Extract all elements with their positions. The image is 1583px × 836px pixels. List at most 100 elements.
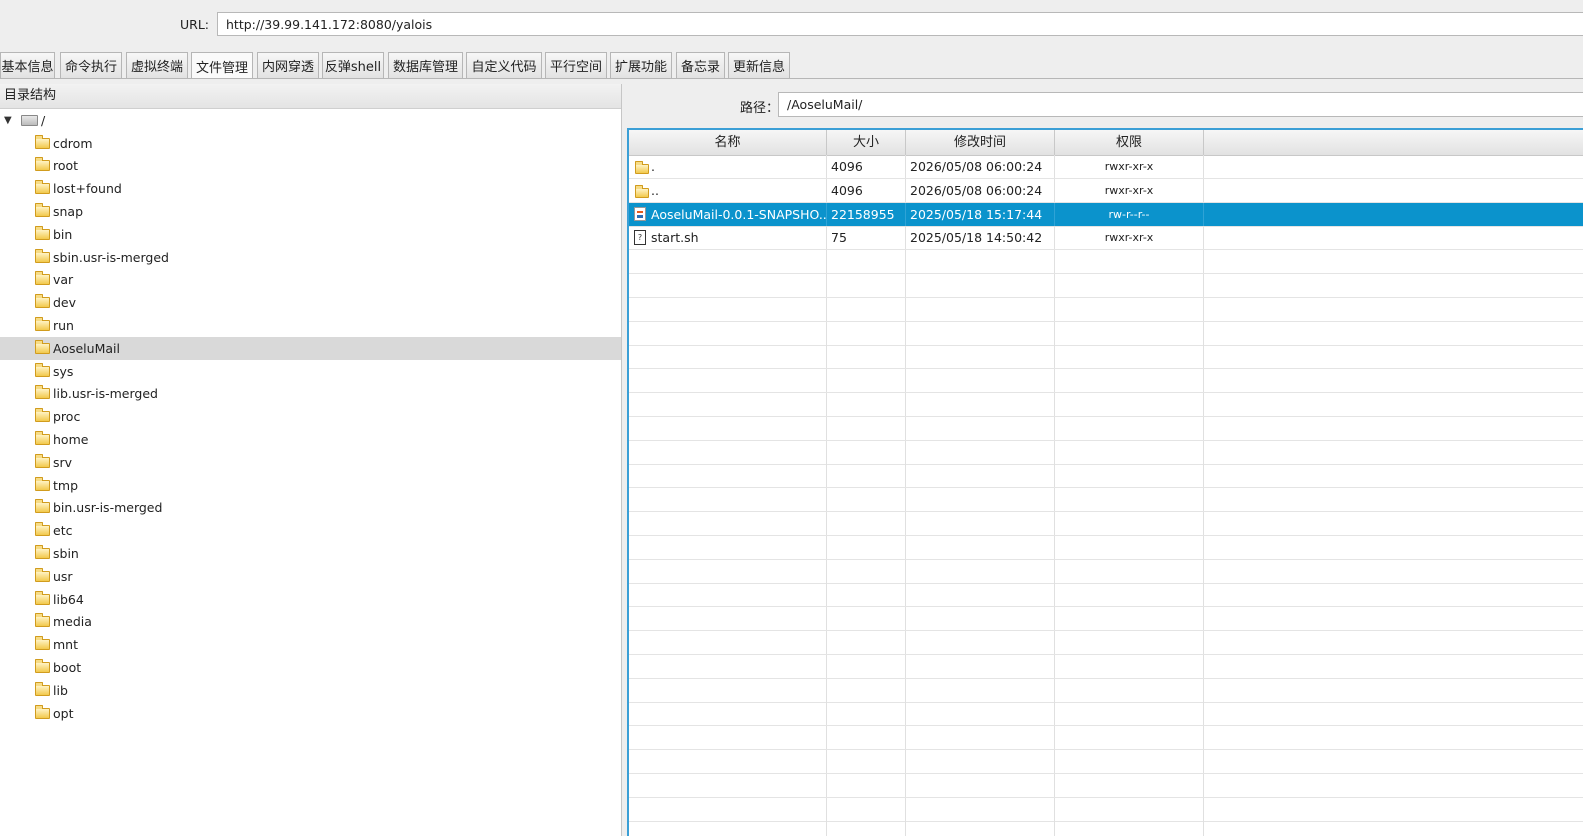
tree-item[interactable]: opt (0, 702, 621, 725)
file-cell-blank (1204, 750, 1583, 773)
tab-custom-code[interactable]: 自定义代码 (466, 52, 542, 78)
file-cell-perm (1055, 488, 1204, 512)
tab-memo[interactable]: 备忘录 (676, 52, 725, 78)
column-header-modified[interactable]: 修改时间 (906, 130, 1055, 155)
folder-icon (35, 681, 50, 696)
tab-extensions[interactable]: 扩展功能 (610, 52, 672, 78)
tree-item[interactable]: sbin.usr-is-merged (0, 246, 621, 269)
column-header-name[interactable]: 名称 (629, 130, 827, 155)
file-cell-blank (1204, 298, 1583, 321)
tab-reverse-shell[interactable]: 反弹shell (322, 52, 384, 78)
tree-item[interactable]: media (0, 611, 621, 634)
empty-row (629, 702, 1583, 727)
file-row[interactable]: AoseluMail-0.0.1-SNAPSHO... 22158955 2025/… (629, 202, 1583, 227)
tree-item[interactable]: etc (0, 519, 621, 542)
expand-arrow-icon[interactable]: ▼ (4, 115, 12, 126)
file-cell-perm (1055, 702, 1204, 726)
file-cell-perm (1055, 654, 1204, 678)
tree-item[interactable]: home (0, 428, 621, 451)
file-cell-perm (1055, 821, 1204, 836)
empty-row (629, 464, 1583, 489)
tree-item[interactable]: AoseluMail (0, 337, 621, 360)
tree-item[interactable]: lib.usr-is-merged (0, 383, 621, 406)
tree-item[interactable]: bin.usr-is-merged (0, 497, 621, 520)
tab-basic-info[interactable]: 基本信息 (0, 52, 55, 78)
tree-item[interactable]: var (0, 269, 621, 292)
tree-item-label: home (53, 432, 89, 448)
file-cell-perm (1055, 559, 1204, 583)
path-input[interactable] (778, 92, 1583, 117)
folder-icon (35, 431, 50, 446)
tree-item[interactable]: srv (0, 451, 621, 474)
tab-update-info[interactable]: 更新信息 (728, 52, 790, 78)
file-cell-size (827, 607, 906, 631)
file-cell-perm (1055, 274, 1204, 297)
tree-item[interactable]: tmp (0, 474, 621, 497)
folder-icon (35, 408, 50, 423)
file-cell-size (827, 773, 906, 797)
url-input[interactable] (217, 12, 1583, 36)
file-cell-name: . (629, 155, 827, 178)
tree-item[interactable]: mnt (0, 633, 621, 656)
file-cell-blank (1204, 655, 1583, 678)
tree-item[interactable]: proc (0, 405, 621, 428)
file-cell-name (629, 797, 827, 821)
tab-file-manager[interactable]: 文件管理 (191, 52, 253, 79)
folder-icon (35, 157, 50, 172)
column-header-permissions[interactable]: 权限 (1055, 130, 1204, 155)
tree-item-label: sys (53, 363, 74, 379)
file-browser-panel: 路径： 名称 大小 修改时间 权限 . 40962026/05/08 06:00:… (623, 84, 1583, 836)
tree-root-row[interactable]: ▼ / (0, 109, 621, 132)
tab-intranet-tunnel[interactable]: 内网穿透 (257, 52, 319, 78)
file-cell-name (629, 726, 827, 750)
tree-item[interactable]: usr (0, 565, 621, 588)
file-row[interactable]: ? start.sh 75 2025/05/18 14:50:42 rwxr-xr-x (629, 226, 1583, 251)
empty-row (629, 393, 1583, 417)
tree-item[interactable]: sys (0, 360, 621, 383)
folder-icon (35, 704, 50, 719)
tab-parallel-space[interactable]: 平行空间 (545, 52, 607, 78)
file-table-body: . 4096 2026/05/08 06:00:24 rwxr-xr-x.. 4096 2… (629, 155, 1583, 836)
file-cell-perm (1055, 321, 1204, 345)
tree-item[interactable]: root (0, 155, 621, 178)
file-cell-modified (906, 488, 1055, 512)
directory-tree[interactable]: ▼ / cdrom root lost+found snap bin sbin.usr-i… (0, 109, 621, 836)
file-cell-modified (906, 797, 1055, 821)
tree-item[interactable]: dev (0, 291, 621, 314)
file-cell-blank (1204, 203, 1583, 226)
tree-item-label: usr (53, 568, 73, 584)
tree-item[interactable]: lost+found (0, 177, 621, 200)
file-cell-modified: 2026/05/08 06:00:24 (906, 178, 1055, 202)
file-cell-size (827, 488, 906, 512)
tree-item[interactable]: sbin (0, 542, 621, 565)
tree-item[interactable]: run (0, 314, 621, 337)
file-cell-name (629, 274, 827, 297)
tree-item[interactable]: snap (0, 200, 621, 223)
file-cell-name (629, 369, 827, 393)
empty-row (629, 535, 1583, 560)
file-cell-blank (1204, 250, 1583, 273)
tree-item[interactable]: cdrom (0, 132, 621, 155)
folder-icon (35, 590, 50, 605)
file-cell-blank (1204, 226, 1583, 249)
file-cell-perm (1055, 678, 1204, 702)
tree-item-label: tmp (53, 477, 79, 493)
file-cell-modified: 2025/05/18 14:50:42 (906, 226, 1055, 250)
tab-command-exec[interactable]: 命令执行 (60, 52, 122, 78)
file-row[interactable]: . 4096 2026/05/08 06:00:24 rwxr-xr-x (629, 155, 1583, 179)
file-cell-perm (1055, 440, 1204, 464)
file-name-text: .. (651, 182, 659, 198)
tree-item[interactable]: bin (0, 223, 621, 246)
folder-icon (35, 499, 50, 514)
tree-item[interactable]: lib64 (0, 588, 621, 611)
file-cell-name (629, 416, 827, 440)
file-cell-size (827, 297, 906, 321)
file-cell-size (827, 535, 906, 559)
column-header-size[interactable]: 大小 (827, 130, 906, 155)
file-cell-perm (1055, 726, 1204, 750)
tree-item[interactable]: boot (0, 656, 621, 679)
tree-item[interactable]: lib (0, 679, 621, 702)
file-row[interactable]: .. 4096 2026/05/08 06:00:24 rwxr-xr-x (629, 178, 1583, 203)
tab-database-manager[interactable]: 数据库管理 (388, 52, 463, 78)
tab-virtual-terminal[interactable]: 虚拟终端 (126, 52, 188, 78)
